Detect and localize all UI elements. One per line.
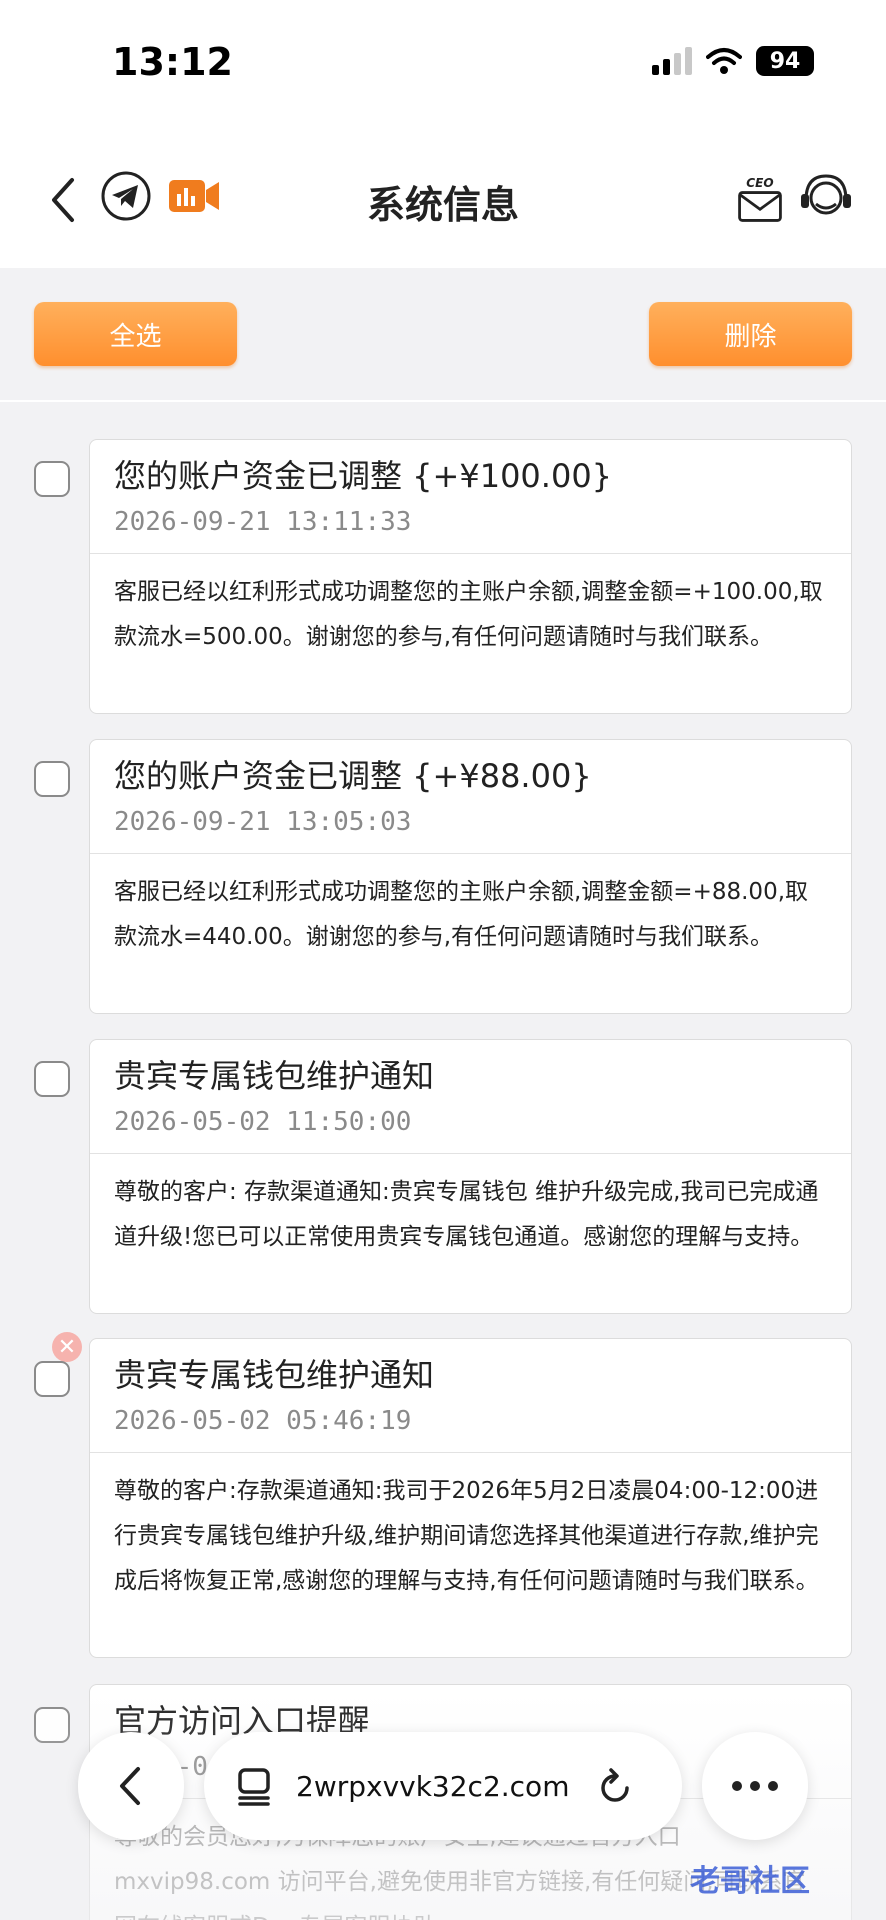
message-card[interactable]: 贵宾专属钱包维护通知 2026-05-02 11:50:00 尊敬的客户: 存款… — [89, 1039, 852, 1314]
message-title: 贵宾专属钱包维护通知 — [114, 1057, 435, 1095]
message-checkbox[interactable] — [34, 761, 70, 797]
status-time: 13:12 — [112, 40, 233, 84]
message-header: 贵宾专属钱包维护通知 2026-05-02 05:46:19 — [90, 1339, 851, 1453]
message-card[interactable]: 您的账户资金已调整 {+¥88.00} 2026-09-21 13:05:03 … — [89, 739, 852, 1014]
browser-back-button[interactable] — [78, 1732, 184, 1840]
tabs-icon[interactable] — [236, 1766, 274, 1806]
wifi-icon — [706, 48, 742, 74]
message-body: 尊敬的客户: 存款渠道通知:贵宾专属钱包 维护升级完成,我司已完成通道升级!您已… — [114, 1179, 819, 1250]
headset-icon[interactable] — [798, 172, 854, 224]
message-time: 2026-05-02 11:50:00 — [114, 1107, 412, 1137]
message-title: 您的账户资金已调整 {+¥100.00} — [114, 457, 613, 495]
message-checkbox[interactable] — [34, 1361, 70, 1397]
watermark: 老哥社区 — [690, 1864, 810, 1899]
message-card[interactable]: 贵宾专属钱包维护通知 2026-05-02 05:46:19 尊敬的客户:存款渠… — [89, 1338, 852, 1658]
message-time: 2026-05-02 05:46:19 — [114, 1406, 412, 1436]
message-title: 您的账户资金已调整 {+¥88.00} — [114, 757, 592, 795]
message-card[interactable]: 您的账户资金已调整 {+¥100.00} 2026-09-21 13:11:33… — [89, 439, 852, 714]
message-header: 您的账户资金已调整 {+¥88.00} 2026-09-21 13:05:03 — [90, 740, 851, 854]
divider — [0, 400, 886, 402]
status-indicators: 94 — [652, 46, 814, 76]
reload-icon[interactable] — [597, 1766, 633, 1806]
select-all-button[interactable]: 全选 — [34, 302, 237, 366]
ceo-mail-icon[interactable]: CEO — [734, 174, 786, 226]
more-icon — [732, 1781, 778, 1791]
message-header: 贵宾专属钱包维护通知 2026-05-02 11:50:00 — [90, 1040, 851, 1154]
message-time: 2026-09-21 13:05:03 — [114, 807, 412, 837]
message-time: 2026-09-21 13:11:33 — [114, 507, 412, 537]
address-bar[interactable]: 2wrpxvvk32c2.com — [204, 1732, 682, 1840]
cellular-signal-icon — [652, 47, 692, 75]
url-text: 2wrpxvvk32c2.com — [296, 1769, 570, 1803]
message-header: 您的账户资金已调整 {+¥100.00} 2026-09-21 13:11:33 — [90, 440, 851, 554]
more-button[interactable] — [702, 1732, 808, 1840]
status-bar: 13:12 94 — [0, 0, 886, 130]
battery-icon: 94 — [756, 46, 814, 76]
message-body: 尊敬的客户:存款渠道通知:我司于2026年5月2日凌晨04:00-12:00进行… — [114, 1478, 819, 1594]
message-checkbox[interactable] — [34, 461, 70, 497]
app-header: 系统信息 CEO — [0, 130, 886, 268]
browser-toolbar: 2wrpxvvk32c2.com — [0, 1732, 886, 1844]
delete-button[interactable]: 删除 — [649, 302, 852, 366]
message-checkbox[interactable] — [34, 1061, 70, 1097]
message-body: 客服已经以红利形式成功调整您的主账户余额,调整金额=+100.00,取款流水=5… — [114, 579, 823, 650]
action-bar: 全选 删除 — [0, 268, 886, 400]
message-title: 贵宾专属钱包维护通知 — [114, 1356, 435, 1394]
chevron-left-icon — [120, 1767, 140, 1805]
close-icon[interactable]: ✕ — [52, 1332, 82, 1362]
message-body: 客服已经以红利形式成功调整您的主账户余额,调整金额=+88.00,取款流水=44… — [114, 879, 809, 950]
ceo-label: CEO — [746, 176, 773, 190]
